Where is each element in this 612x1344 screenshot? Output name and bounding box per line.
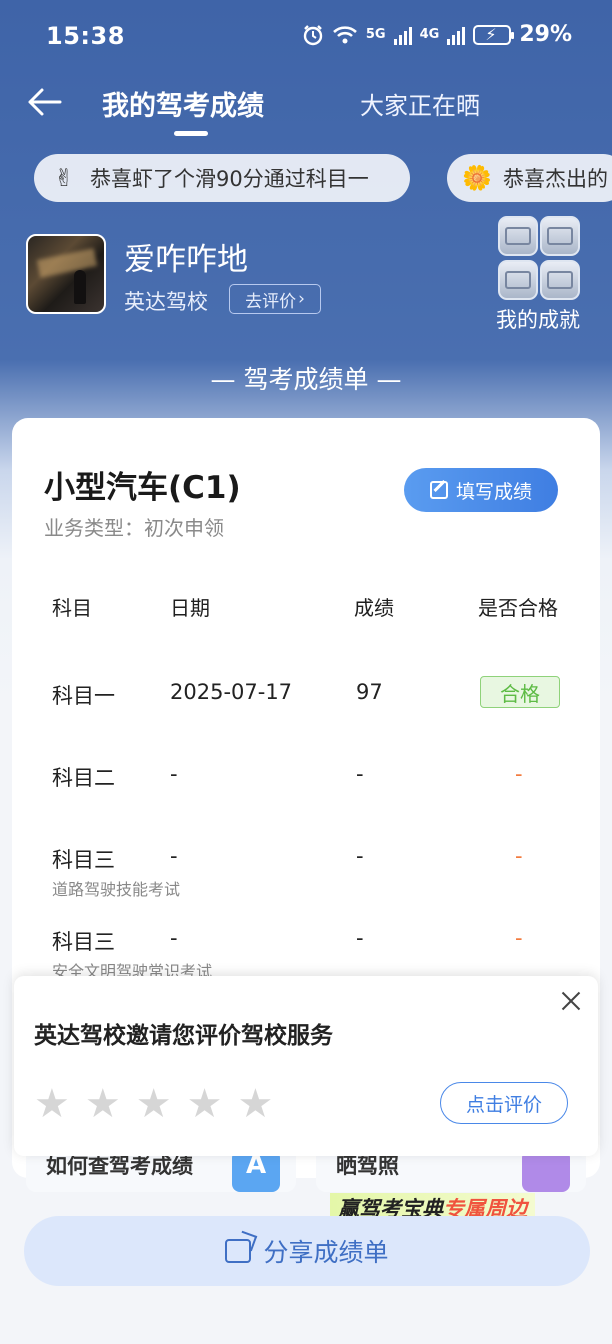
row-score: - — [356, 762, 364, 786]
username: 爱咋咋地 — [124, 242, 248, 278]
tab-everyone-sharing[interactable]: 大家正在晒 — [360, 86, 480, 121]
battery-icon: ⚡ — [473, 24, 515, 45]
alarm-icon — [303, 24, 323, 45]
share-report-button[interactable]: 分享成绩单 — [24, 1216, 590, 1286]
my-achievements[interactable]: 我的成就 — [494, 216, 590, 336]
row-pass: - — [515, 926, 523, 950]
network-4g-label: 4G — [419, 27, 440, 42]
status-icons: 5G 4G ⚡ 29% — [302, 22, 572, 47]
signal-icon-2 — [447, 25, 466, 45]
active-tab-indicator — [174, 131, 208, 136]
header-subject: 科目 — [52, 596, 92, 620]
top-nav: 我的驾考成绩 大家正在晒 — [0, 76, 612, 136]
row-date: - — [170, 844, 178, 868]
license-type: 小型汽车(C1) — [44, 470, 241, 506]
row-subject: 科目二 — [52, 766, 115, 790]
pass-status-badge: 合格 — [480, 676, 560, 708]
business-type: 业务类型：初次申领 — [44, 516, 224, 540]
popup-title: 英达驾校邀请您评价驾校服务 — [34, 1023, 333, 1049]
search-document-icon: A — [232, 1150, 280, 1192]
battery-percent: 29% — [519, 22, 572, 47]
row-date: - — [170, 926, 178, 950]
tab-my-scores[interactable]: 我的驾考成绩 — [102, 84, 264, 123]
achievement-badge-icon — [540, 216, 580, 256]
achievement-badge-icon — [498, 260, 538, 300]
fill-score-button[interactable]: 填写成绩 — [404, 468, 558, 512]
congrats-ticker-item[interactable]: 🌼 恭喜杰出的 — [447, 154, 612, 202]
report-section-title: — 驾考成绩单 — — [210, 365, 402, 394]
header-date: 日期 — [170, 596, 210, 620]
row-subject: 科目一 — [52, 684, 115, 708]
row-subject: 科目三 — [52, 848, 115, 872]
star-rating[interactable]: ★ ★ ★ ★ ★ — [34, 1084, 273, 1124]
license-photo-icon — [522, 1150, 570, 1192]
victory-hand-icon: ✌ — [53, 164, 75, 192]
star-icon[interactable]: ★ — [187, 1084, 223, 1124]
row-score: 97 — [356, 680, 383, 704]
star-icon[interactable]: ★ — [85, 1084, 121, 1124]
go-review-button[interactable]: 去评价 › — [229, 284, 321, 314]
star-icon[interactable]: ★ — [136, 1084, 172, 1124]
congrats-ticker-item[interactable]: ✌ 恭喜虾了个滑90分通过科目一 — [34, 154, 410, 202]
share-icon — [225, 1239, 252, 1263]
header-pass: 是否合格 — [478, 596, 558, 620]
achievements-label: 我的成就 — [496, 308, 580, 332]
row-pass: - — [515, 844, 523, 868]
row-subject: 科目三 — [52, 930, 115, 954]
go-review-label: 去评价 — [245, 291, 297, 312]
network-5g-label: 5G — [365, 27, 386, 42]
star-icon[interactable]: ★ — [34, 1084, 70, 1124]
edit-icon — [429, 481, 448, 499]
chevron-right-icon: › — [298, 289, 305, 309]
ticker-text: 恭喜杰出的 — [503, 167, 608, 191]
flower-icon: 🌼 — [462, 164, 492, 192]
row-score: - — [356, 844, 364, 868]
status-time: 15:38 — [46, 22, 125, 50]
avatar[interactable] — [26, 234, 106, 314]
header-score: 成绩 — [354, 596, 394, 620]
row-date: - — [170, 762, 178, 786]
back-arrow-icon[interactable] — [24, 82, 64, 122]
school-rating-popup: 英达驾校邀请您评价驾校服务 ★ ★ ★ ★ ★ 点击评价 — [14, 976, 598, 1156]
fill-score-label: 填写成绩 — [455, 480, 532, 503]
ticker-text: 恭喜虾了个滑90分通过科目一 — [90, 167, 369, 191]
share-report-label: 分享成绩单 — [263, 1238, 389, 1267]
achievement-badge-icon — [498, 216, 538, 256]
row-date: 2025-07-17 — [170, 680, 293, 704]
row-subject-note: 道路驾驶技能考试 — [52, 880, 181, 899]
row-pass: - — [515, 762, 523, 786]
achievement-badge-icon — [540, 260, 580, 300]
status-bar: 15:38 5G 4G ⚡ 29% — [0, 0, 612, 72]
close-icon[interactable] — [560, 990, 582, 1012]
profile-section: 爱咋咋地 英达驾校 去评价 › 我的成就 — [0, 216, 612, 338]
star-icon[interactable]: ★ — [237, 1084, 273, 1124]
signal-icon — [393, 25, 412, 45]
rate-now-button[interactable]: 点击评价 — [440, 1082, 568, 1124]
driving-school-name: 英达驾校 — [124, 290, 208, 314]
wifi-icon — [332, 25, 357, 43]
row-score: - — [356, 926, 364, 950]
